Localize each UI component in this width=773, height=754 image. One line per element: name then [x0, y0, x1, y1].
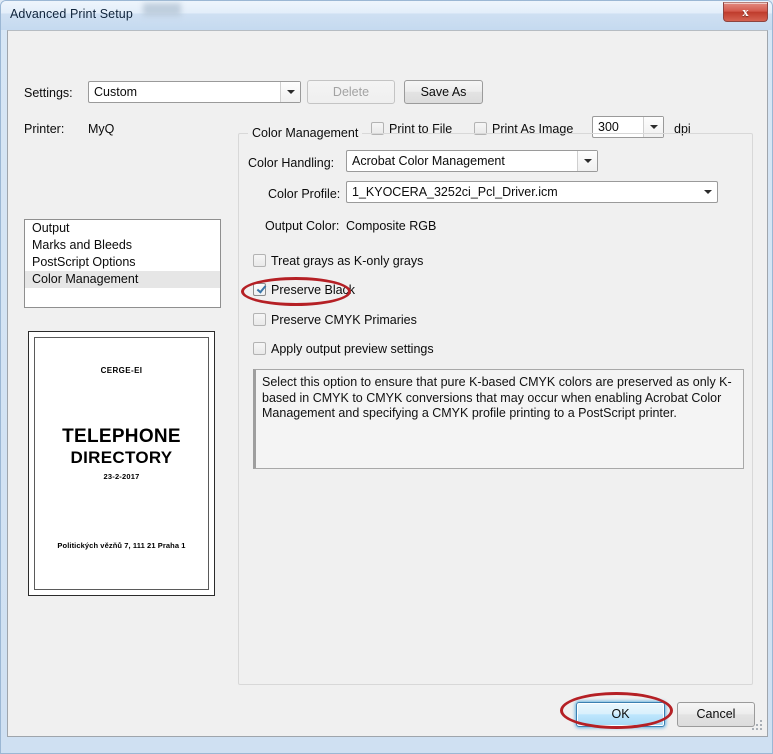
title-redaction-smudge [143, 3, 181, 16]
ok-button[interactable]: OK [576, 702, 665, 727]
preserve-black-label: Preserve Black [271, 283, 355, 297]
color-handling-arrowbox [577, 151, 597, 171]
color-handling-value: Acrobat Color Management [352, 154, 505, 168]
preview-address: Politických vězňů 7, 111 21 Praha 1 [35, 541, 208, 550]
check-icon [256, 283, 265, 292]
window-titlebar[interactable]: Advanced Print Setup x [1, 1, 772, 30]
chevron-down-icon [584, 159, 592, 163]
list-item-label: Marks and Bleeds [32, 238, 132, 252]
chevron-down-icon [287, 90, 295, 94]
dpi-combo-value: 300 [598, 120, 619, 134]
sidebar-item-output[interactable]: Output [25, 220, 220, 237]
preserve-cmyk-primaries-label: Preserve CMYK Primaries [271, 313, 417, 327]
color-management-group-title: Color Management [248, 126, 362, 140]
sidebar-item-color-management[interactable]: Color Management [25, 271, 220, 288]
window-title: Advanced Print Setup [10, 7, 133, 21]
settings-label: Settings: [24, 86, 73, 100]
list-item-label: PostScript Options [32, 255, 136, 269]
preserve-black-checkbox[interactable]: Preserve Black [253, 283, 355, 297]
apply-output-preview-checkbox[interactable]: Apply output preview settings [253, 342, 434, 356]
settings-category-list[interactable]: Output Marks and Bleeds PostScript Optio… [24, 219, 221, 308]
settings-combo[interactable]: Custom [88, 81, 301, 103]
color-profile-arrowbox [698, 182, 717, 202]
list-item-label: Color Management [32, 272, 138, 286]
printer-label: Printer: [24, 122, 64, 136]
checkbox-box [253, 313, 266, 326]
checkbox-box [253, 283, 266, 296]
preview-title-2: DIRECTORY [35, 448, 208, 468]
delete-button[interactable]: Delete [307, 80, 395, 104]
color-profile-combo[interactable]: 1_KYOCERA_3252ci_Pcl_Driver.icm [346, 181, 718, 203]
treat-grays-checkbox[interactable]: Treat grays as K-only grays [253, 254, 423, 268]
color-handling-label: Color Handling: [248, 156, 334, 170]
printer-value: MyQ [88, 122, 114, 136]
sidebar-item-marks-and-bleeds[interactable]: Marks and Bleeds [25, 237, 220, 254]
preview-brand: CERGE-EI [35, 366, 208, 375]
color-profile-value: 1_KYOCERA_3252ci_Pcl_Driver.icm [352, 185, 558, 199]
page-preview: CERGE-EI TELEPHONE DIRECTORY 23-2-2017 P… [28, 331, 215, 596]
option-description: Select this option to ensure that pure K… [253, 369, 744, 469]
chevron-down-icon [650, 125, 658, 129]
close-icon: x [724, 4, 767, 20]
color-handling-combo[interactable]: Acrobat Color Management [346, 150, 598, 172]
cancel-button[interactable]: Cancel [677, 702, 755, 727]
settings-combo-arrowbox [280, 82, 300, 102]
list-item-label: Output [32, 221, 70, 235]
output-color-label: Output Color: [265, 219, 339, 233]
apply-output-preview-label: Apply output preview settings [271, 342, 434, 356]
save-as-button[interactable]: Save As [404, 80, 483, 104]
preview-date: 23-2-2017 [35, 472, 208, 481]
close-button[interactable]: x [723, 2, 768, 22]
chevron-down-icon [704, 190, 712, 194]
output-color-value: Composite RGB [346, 219, 436, 233]
advanced-print-setup-window: Advanced Print Setup x Settings: Custom … [0, 0, 773, 754]
checkbox-box [253, 254, 266, 267]
checkbox-box [253, 342, 266, 355]
resize-grip[interactable] [751, 720, 764, 733]
dialog-client-area: Settings: Custom Delete Save As Printer:… [7, 30, 768, 737]
preview-title-1: TELEPHONE [35, 426, 208, 448]
screen: Advanced Print Setup x Settings: Custom … [0, 0, 773, 754]
sidebar-item-postscript-options[interactable]: PostScript Options [25, 254, 220, 271]
treat-grays-label: Treat grays as K-only grays [271, 254, 423, 268]
color-profile-label: Color Profile: [268, 187, 340, 201]
settings-combo-value: Custom [94, 85, 137, 99]
preserve-cmyk-primaries-checkbox[interactable]: Preserve CMYK Primaries [253, 313, 417, 327]
page-preview-inner: CERGE-EI TELEPHONE DIRECTORY 23-2-2017 P… [34, 337, 209, 590]
